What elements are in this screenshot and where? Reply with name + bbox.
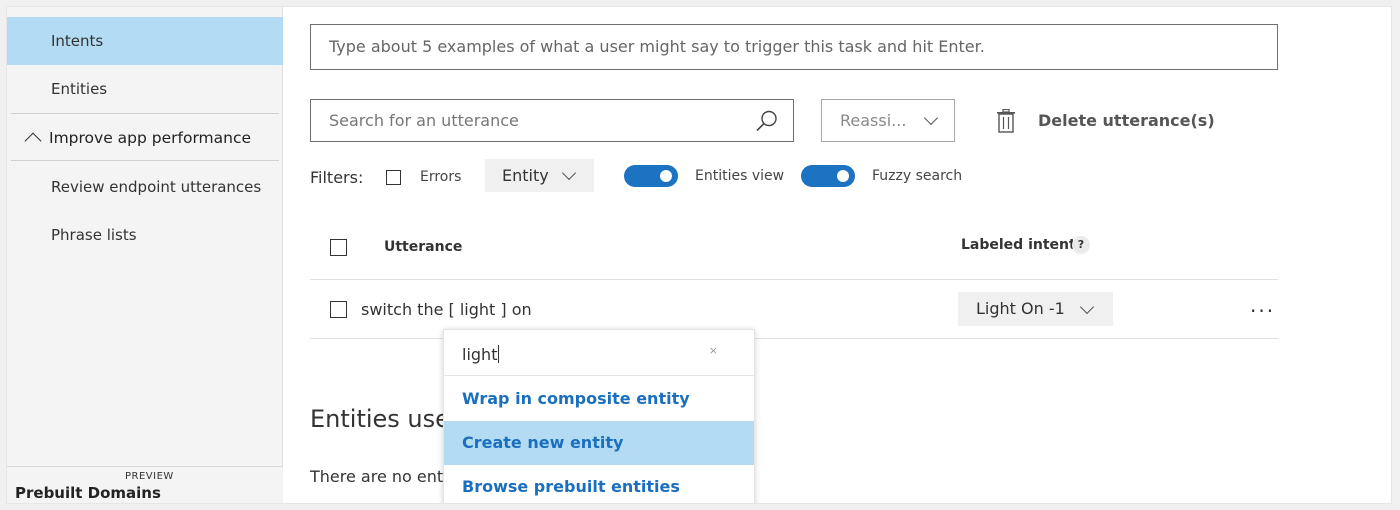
errors-checkbox[interactable]: [386, 170, 401, 185]
example-utterance-input[interactable]: Type about 5 examples of what a user mig…: [310, 24, 1278, 70]
entities-used-heading: Entities use: [310, 405, 450, 433]
entity-label-popup: light × Wrap in composite entity Create …: [443, 329, 755, 503]
labeled-intent-value: Light On -1: [976, 299, 1065, 318]
labeled-intent-dropdown[interactable]: Light On -1: [958, 292, 1113, 326]
table-divider: [310, 279, 1278, 280]
entities-view-label: Entities view: [695, 168, 785, 184]
sidebar-item-label: Phrase lists: [51, 226, 137, 244]
toggle-knob: [837, 170, 849, 182]
entities-view-toggle[interactable]: [624, 165, 678, 187]
fuzzy-search-toggle[interactable]: [801, 165, 855, 187]
reassign-intent-dropdown[interactable]: Reassi...: [821, 99, 955, 142]
sidebar-item-entities[interactable]: Entities: [7, 65, 283, 113]
entity-search-value-wrap: light: [462, 345, 500, 364]
chevron-up-icon: [24, 132, 42, 150]
row-checkbox[interactable]: [330, 301, 347, 318]
clear-icon[interactable]: ×: [709, 344, 718, 357]
reassign-label: Reassi...: [840, 111, 907, 130]
chevron-down-icon: [923, 110, 939, 126]
sidebar-item-intents[interactable]: Intents: [7, 17, 283, 65]
utterance-text[interactable]: switch the [ light ] on: [361, 300, 532, 319]
more-options-icon[interactable]: ···: [1250, 299, 1275, 323]
text-caret: [498, 345, 500, 363]
search-placeholder: Search for an utterance: [329, 111, 519, 130]
browse-prebuilt-entities-option[interactable]: Browse prebuilt entities: [444, 465, 754, 503]
entity-filter-label: Entity: [502, 166, 549, 185]
app-window: Intents Entities Improve app performance…: [6, 6, 1392, 504]
filters-label: Filters:: [310, 168, 364, 187]
sidebar-item-review-endpoint-utterances[interactable]: Review endpoint utterances: [7, 163, 283, 211]
sidebar-item-label: Entities: [51, 80, 108, 98]
wrap-in-composite-entity-option[interactable]: Wrap in composite entity: [444, 377, 754, 421]
sidebar-section-label: Improve app performance: [49, 129, 252, 147]
toggle-knob: [660, 170, 672, 182]
sidebar-item-label: Intents: [51, 32, 104, 50]
delete-utterances-button[interactable]: Delete utterance(s): [1038, 111, 1215, 130]
search-icon[interactable]: [755, 109, 779, 133]
errors-label: Errors: [420, 169, 462, 185]
trash-icon[interactable]: [995, 109, 1017, 133]
create-new-entity-option[interactable]: Create new entity: [444, 421, 754, 465]
sidebar: Intents Entities Improve app performance…: [7, 7, 283, 503]
sidebar-item-phrase-lists[interactable]: Phrase lists: [7, 211, 283, 259]
sidebar-section-improve-app-performance[interactable]: Improve app performance: [7, 114, 283, 162]
fuzzy-search-label: Fuzzy search: [872, 168, 963, 184]
entity-search-value: light: [462, 345, 498, 364]
sidebar-item-label: Prebuilt Domains: [15, 484, 161, 502]
chevron-down-icon: [1079, 299, 1095, 315]
column-header-utterance[interactable]: Utterance: [384, 239, 462, 255]
sidebar-divider: [11, 160, 279, 161]
sidebar-item-label: Review endpoint utterances: [51, 178, 262, 196]
entity-filter-dropdown[interactable]: Entity: [485, 159, 594, 192]
no-entities-message: There are no entit: [310, 467, 454, 486]
column-header-labeled-intent[interactable]: Labeled intent: [961, 237, 1076, 253]
help-icon[interactable]: ?: [1072, 236, 1090, 254]
sidebar-item-prebuilt-domains[interactable]: PREVIEW Prebuilt Domains: [7, 466, 283, 503]
chevron-down-icon: [561, 165, 577, 181]
preview-badge: PREVIEW: [125, 471, 174, 482]
utterance-search-input[interactable]: Search for an utterance: [310, 99, 794, 142]
select-all-checkbox[interactable]: [330, 239, 347, 256]
entity-search-input[interactable]: light ×: [444, 330, 754, 376]
main-panel: Type about 5 examples of what a user mig…: [283, 7, 1391, 503]
